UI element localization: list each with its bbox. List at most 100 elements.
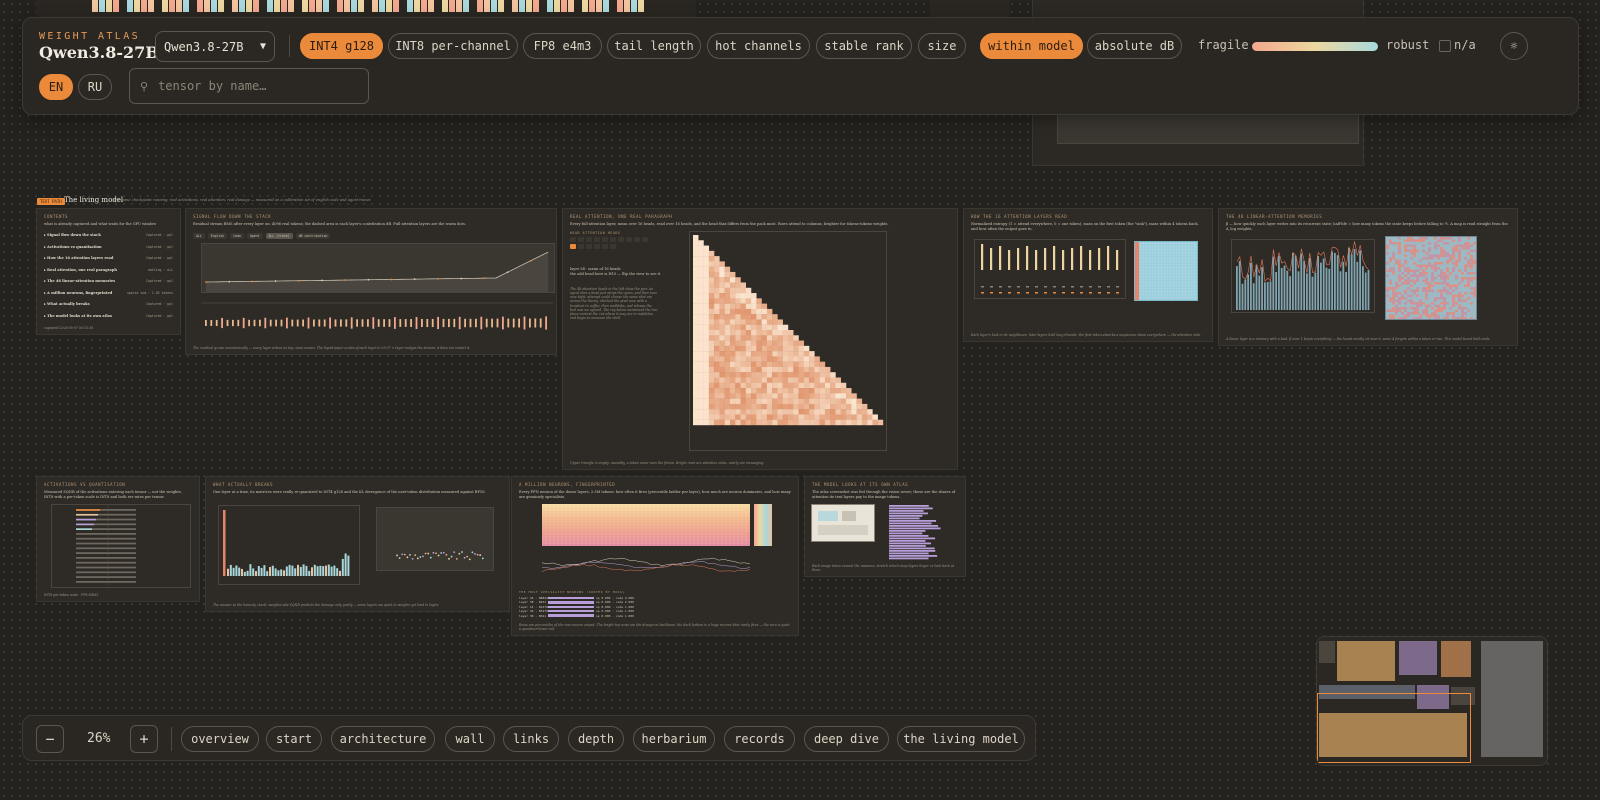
head-selector[interactable] xyxy=(570,237,650,249)
attention-cell xyxy=(735,372,741,378)
zoom-in-button[interactable]: + xyxy=(130,725,158,753)
nav-records[interactable]: records xyxy=(724,726,795,752)
own-atlas-card[interactable]: THE MODEL LOOKS AT ITS OWN ATLAS The atl… xyxy=(804,476,966,577)
attention-matrix-frame xyxy=(689,231,887,451)
pill-within-model[interactable]: within model xyxy=(980,33,1083,59)
contents-item[interactable]: ▸ A million neurons, fingerprinted xyxy=(44,291,112,295)
attention-cell xyxy=(719,308,725,315)
contents-item[interactable]: ▸ How the 16 attention layers read xyxy=(44,256,113,260)
attention-share-bar xyxy=(889,532,923,535)
head-button[interactable] xyxy=(618,237,624,242)
signal-flow-tab[interactable]: ALL xyxy=(193,233,205,239)
real-attention-card[interactable]: REAL ATTENTION, ONE REAL PARAGRAPH Every… xyxy=(562,208,958,470)
lang-en[interactable]: EN xyxy=(39,74,73,100)
nav-the-living-model[interactable]: the living model xyxy=(897,726,1025,752)
memory-cell xyxy=(1458,254,1461,257)
head-button[interactable] xyxy=(594,237,600,242)
minimap-viewport[interactable] xyxy=(1317,693,1471,763)
pill-fp8-e4m3[interactable]: FP8 e4m3 xyxy=(523,33,602,59)
nav-depth[interactable]: depth xyxy=(568,726,624,752)
memory-cell xyxy=(1407,277,1410,280)
signal-flow-tab[interactable]: Agent xyxy=(246,233,263,239)
contents-item[interactable]: ▸ Activations vs quantisation xyxy=(44,245,102,249)
attention-cell xyxy=(745,308,752,315)
head-button[interactable] xyxy=(578,244,584,249)
head-button[interactable] xyxy=(578,237,584,242)
head-button[interactable] xyxy=(570,237,576,242)
attention-cell xyxy=(846,388,852,394)
scatter-point xyxy=(398,557,401,560)
contents-item[interactable]: ▸ The 48 linear-attention memories xyxy=(44,279,115,283)
nav-links[interactable]: links xyxy=(503,726,559,752)
activations-quant-card[interactable]: ACTIVATIONS VS QUANTISATION Measured SQN… xyxy=(36,476,200,602)
head-button[interactable] xyxy=(634,237,640,242)
signal-flow-tab[interactable]: dB contribution xyxy=(295,233,331,239)
theme-toggle-button[interactable]: ☼ xyxy=(1500,32,1528,60)
attention-share-bar xyxy=(889,555,938,557)
nav-herbarium[interactable]: herbarium xyxy=(633,726,715,752)
memory-cell xyxy=(1446,267,1449,270)
signal-bar xyxy=(448,318,450,328)
memory-cell xyxy=(1458,282,1461,285)
million-neurons-card[interactable]: A MILLION NEURONS, FINGERPRINTED Every F… xyxy=(511,476,799,636)
zoom-out-button[interactable]: − xyxy=(36,725,64,753)
signal-flow-tab[interactable]: ALL (trace) xyxy=(265,233,293,239)
head-button[interactable] xyxy=(610,244,616,249)
pill-hot-channels[interactable]: hot channels xyxy=(707,33,810,59)
pill-int4-g128[interactable]: INT4 g128 xyxy=(300,33,383,59)
head-button[interactable] xyxy=(586,244,592,249)
tensor-search-input[interactable] xyxy=(156,78,358,94)
memory-cell xyxy=(1443,249,1446,252)
head-button[interactable] xyxy=(570,244,576,249)
pill-absolute-db[interactable]: absolute dB xyxy=(1087,33,1182,59)
memory-bar xyxy=(1294,255,1297,310)
heatmap-cell xyxy=(449,0,455,12)
head-button[interactable] xyxy=(586,237,592,242)
linear-attention-card[interactable]: THE 48 LINEAR-ATTENTION MEMORIES β — how… xyxy=(1218,208,1518,346)
model-select[interactable]: Qwen3.8-27B ▼ xyxy=(155,31,275,62)
signal-flow-tab[interactable]: Code xyxy=(230,233,244,239)
activations-quant-plot xyxy=(51,504,191,588)
contents-item[interactable]: ▸ Real attention, one real paragraph xyxy=(44,268,117,272)
minimap[interactable] xyxy=(1316,636,1548,766)
attention-cell xyxy=(724,319,731,325)
nav-architecture[interactable]: architecture xyxy=(331,726,435,752)
tensor-search[interactable]: ⚲ xyxy=(129,68,369,104)
contents-item[interactable]: ▸ The model looks at its own atlas xyxy=(44,314,112,318)
pill-size[interactable]: size xyxy=(918,33,966,59)
attention-cell xyxy=(724,351,731,357)
attention-cell xyxy=(708,324,715,331)
attention-layers-card[interactable]: HOW THE 16 ATTENTION LAYERS READ Normali… xyxy=(963,208,1213,342)
nav-start[interactable]: start xyxy=(266,726,322,752)
attention-cell xyxy=(724,393,731,399)
attention-cell xyxy=(708,388,715,394)
nav-overview[interactable]: overview xyxy=(181,726,259,752)
layer-tick xyxy=(1035,292,1038,294)
lang-ru[interactable]: RU xyxy=(78,74,112,100)
memory-cell xyxy=(1386,269,1389,272)
head-button[interactable] xyxy=(610,237,616,242)
head-button[interactable] xyxy=(594,244,600,249)
head-button[interactable] xyxy=(642,237,648,242)
pill-tail-length[interactable]: tail length xyxy=(607,33,701,59)
signal-flow-card[interactable]: SIGNAL FLOW DOWN THE STACK Residual stre… xyxy=(185,208,557,355)
memory-cell xyxy=(1392,269,1395,272)
contents-item[interactable]: ▸ Signal flow down the stack xyxy=(44,233,101,237)
contents-card[interactable]: CONTENTS what is already captured and wh… xyxy=(36,208,181,335)
signal-flow-tabs[interactable]: ALL English Code Agent ALL (trace) dB contrib… xyxy=(193,233,331,239)
head-button[interactable] xyxy=(626,237,632,242)
attention-share-bar xyxy=(889,550,936,552)
pill-int8-per-channel[interactable]: INT8 per-channel xyxy=(388,33,518,59)
memory-cell xyxy=(1386,274,1389,277)
memory-cell xyxy=(1407,237,1410,240)
nav-deep-dive[interactable]: deep dive xyxy=(804,726,889,752)
head-button[interactable] xyxy=(602,244,608,249)
contents-item[interactable]: ▸ What actually breaks xyxy=(44,302,90,306)
pill-stable-rank[interactable]: stable rank xyxy=(816,33,912,59)
what-breaks-card[interactable]: WHAT ACTUALLY BREAKS One layer at a time… xyxy=(205,476,510,612)
head-button[interactable] xyxy=(602,237,608,242)
nav-wall[interactable]: wall xyxy=(445,726,495,752)
memory-cell xyxy=(1428,242,1431,245)
attention-cell xyxy=(708,414,715,420)
signal-flow-tab[interactable]: English xyxy=(207,233,228,239)
